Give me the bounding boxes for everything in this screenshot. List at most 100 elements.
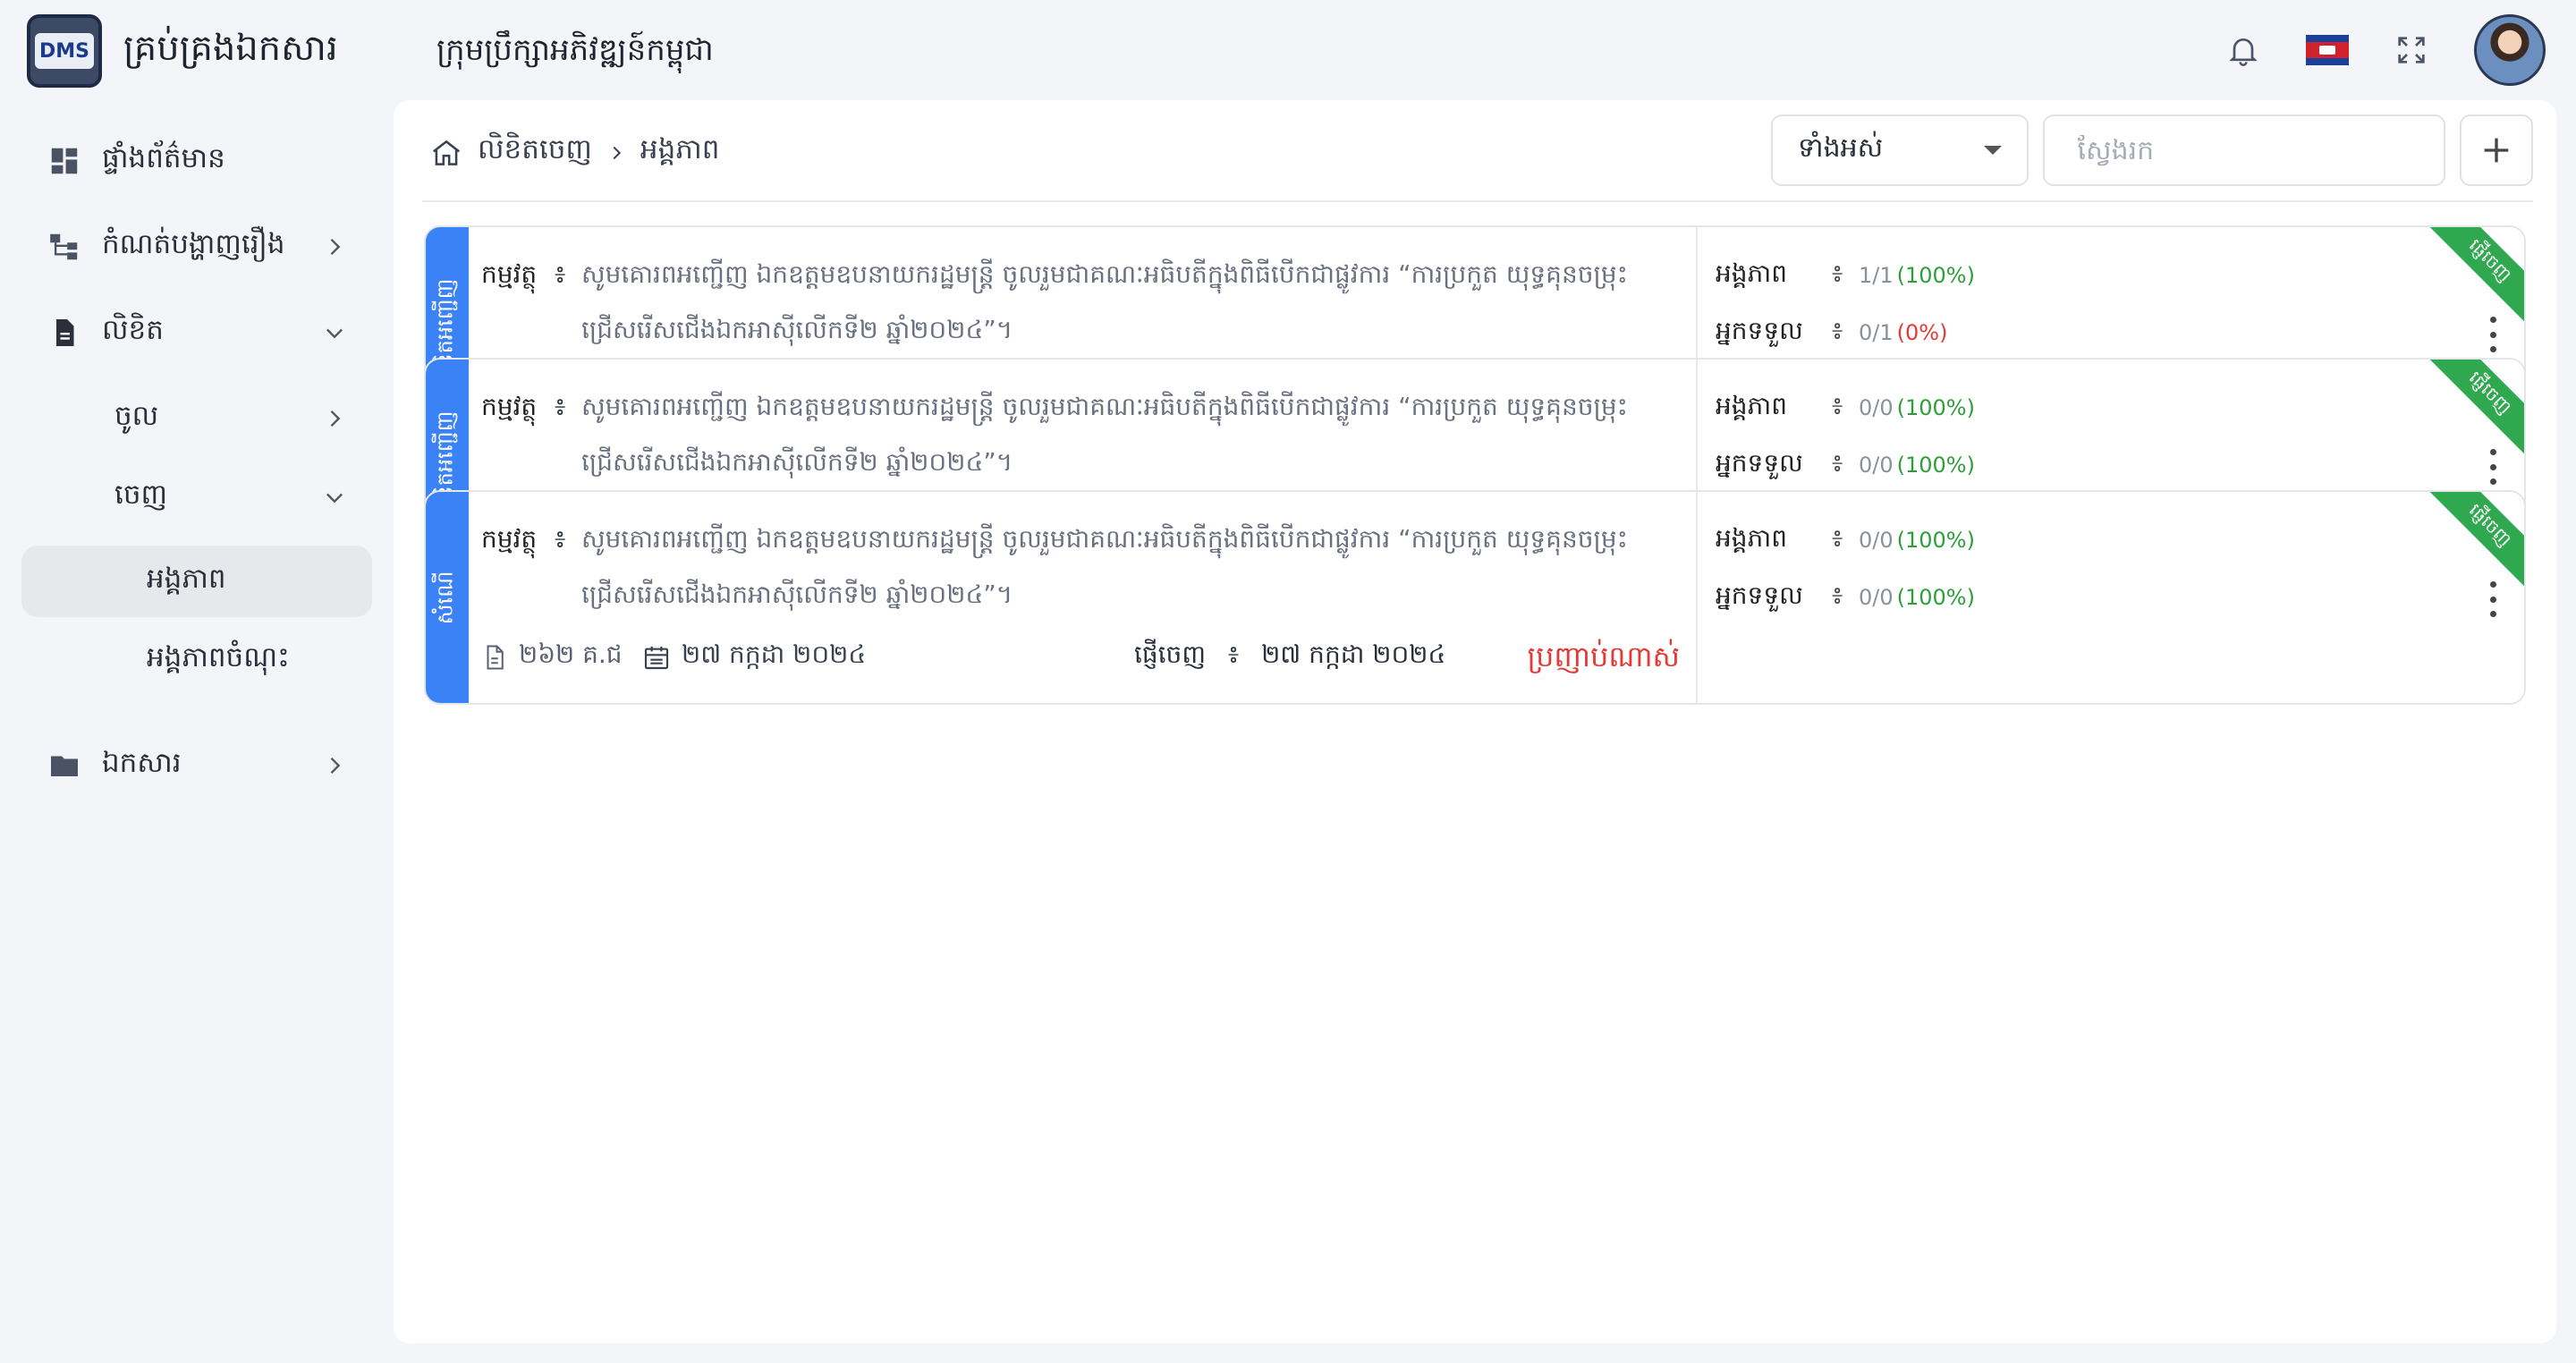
receiver-label: អ្នកទទួល: [1716, 447, 1803, 478]
document-icon: [45, 313, 84, 352]
letter-date-text: ២៧ កក្កដា ២០២៤: [682, 639, 867, 669]
sidebar-item-unit-direct[interactable]: អង្គភាពចំណុះ: [21, 626, 372, 694]
divider: [422, 200, 2533, 202]
unit-count: 1/1: [1859, 263, 1894, 288]
letter-subject: កម្មវត្ថុ ៖ សូមគោរពអញ្ជើញ ឯកឧត្តមឧបនាយករដ្…: [481, 247, 1680, 358]
dashboard-icon: [45, 141, 84, 181]
more-options-icon[interactable]: [2488, 449, 2497, 485]
search-icon: [2064, 149, 2065, 151]
unit-percent: (100%): [1896, 263, 1975, 288]
unit-label: អង្គភាព: [1716, 258, 1787, 288]
add-button[interactable]: [2460, 114, 2533, 186]
chevron-right-icon: [330, 239, 341, 255]
colon: ៖: [1227, 639, 1240, 669]
letter-date: ២៧ កក្កដា ២០២៤: [642, 639, 866, 675]
subject-text-line1: សូមគោរពអញ្ជើញ ឯកឧត្តមឧបនាយករដ្ឋមន្ត្រី ច…: [581, 259, 1628, 289]
bell-icon[interactable]: [2224, 30, 2263, 70]
receiver-label: អ្នកទទួល: [1716, 315, 1803, 345]
receiver-stat: អ្នកទទួល ៖ 0/1 (0%): [1716, 304, 1975, 361]
colon: ៖: [1832, 447, 1843, 478]
letter-subject: កម្មវត្ថុ ៖ សូមគោរពអញ្ជើញ ឯកឧត្តមឧបនាយករដ្…: [481, 512, 1680, 622]
breadcrumb-root[interactable]: លិខិតចេញ: [478, 132, 592, 173]
subject-text-line2: ជ្រើសរើសជើងឯកអាស៊ីលើកទី២ ឆ្នាំ២០២៤”។: [581, 447, 1013, 477]
colon: ៖: [1832, 315, 1843, 345]
colon: ៖: [1832, 258, 1843, 288]
subject-text-line2: ជ្រើសរើសជើងឯកអាស៊ីលើកទី២ ឆ្នាំ២០២៤”។: [581, 580, 1013, 609]
sidebar-item-unit[interactable]: អង្គភាព: [21, 546, 372, 617]
search-box: [2043, 114, 2445, 186]
receiver-percent: (0%): [1896, 320, 1948, 345]
sent-label: ផ្ញើចេញ: [1134, 639, 1206, 669]
unit-label: អង្គភាព: [1716, 390, 1787, 420]
language-flag-icon[interactable]: [2306, 35, 2349, 65]
top-bar: DMS គ្រប់គ្រងឯកសារ ក្រុមប្រឹក្សាអភិវឌ្ឍន…: [0, 0, 2576, 100]
subject-label: កម្មវត្ថុ: [481, 259, 538, 289]
sidebar-item-letters[interactable]: លិខិត: [21, 299, 372, 367]
receiver-count: 0/1: [1859, 320, 1894, 345]
receiver-label: អ្នកទទួល: [1716, 580, 1803, 610]
more-options-icon[interactable]: [2488, 581, 2497, 617]
colon: ៖: [555, 392, 566, 421]
divider: [1696, 492, 1698, 703]
top-actions: [2224, 11, 2546, 89]
unit-count: 0/0: [1859, 395, 1894, 420]
sidebar-item-config[interactable]: កំណត់បង្ហាញរឿង: [21, 213, 372, 281]
filter-icon[interactable]: [2423, 132, 2425, 168]
letter-type-tab: សំណើ: [426, 492, 469, 703]
colon: ៖: [1832, 522, 1843, 553]
doc-number: ២៦២ គ.ជ: [481, 639, 623, 675]
receiver-percent: (100%): [1896, 453, 1975, 478]
letter-type-label: សំណើ: [432, 571, 458, 624]
receiver-percent: (100%): [1896, 585, 1975, 610]
breadcrumb: លិខិតចេញ អង្គភាព: [429, 132, 719, 173]
app-title: គ្រប់គ្រងឯកសារ: [123, 28, 338, 69]
colon: ៖: [1832, 580, 1843, 610]
file-icon: [487, 645, 504, 669]
subject-text-line1: សូមគោរពអញ្ជើញ ឯកឧត្តមឧបនាយករដ្ឋមន្ត្រី ច…: [581, 524, 1628, 554]
fullscreen-icon[interactable]: [2392, 30, 2431, 70]
filter-select[interactable]: ទាំងអស់: [1771, 114, 2029, 186]
unit-count: 0/0: [1859, 528, 1894, 553]
urgent-badge: ប្រញាប់ណាស់: [1527, 639, 1680, 673]
sent-ribbon: ផ្ញើចេញ: [2422, 227, 2524, 328]
sent-ribbon: ផ្ញើចេញ: [2422, 360, 2524, 461]
breadcrumb-current: អង្គភាព: [640, 133, 720, 165]
user-avatar[interactable]: [2474, 14, 2546, 86]
app-logo[interactable]: DMS: [27, 14, 102, 88]
unit-percent: (100%): [1896, 395, 1975, 420]
sidebar-item-incoming[interactable]: ចូល: [21, 385, 372, 453]
caret-down-icon: [1984, 146, 2002, 155]
chevron-right-icon: [330, 758, 341, 774]
sidebar-label-letters: លិខិត: [102, 313, 164, 346]
colon: ៖: [555, 524, 566, 554]
sidebar-item-dashboard[interactable]: ផ្ទាំងព័ត៌មាន: [21, 127, 372, 195]
sidebar-label-unit: អង្គភាព: [147, 562, 226, 595]
receiver-count: 0/0: [1859, 453, 1894, 478]
unit-stat: អង្គភាព ៖ 0/0 (100%): [1716, 512, 1975, 569]
more-options-icon[interactable]: [2488, 317, 2497, 352]
chevron-down-icon: [326, 328, 343, 339]
sidebar-item-outgoing[interactable]: ចេញ: [21, 463, 372, 531]
org-title: ក្រុមប្រឹក្សាអភិវឌ្ឍន៍កម្ពុជា: [436, 32, 714, 68]
subject-text-line1: សូមគោរពអញ្ជើញ ឯកឧត្តមឧបនាយករដ្ឋមន្ត្រី ច…: [581, 392, 1628, 421]
sidebar-item-documents[interactable]: ឯកសារ: [21, 732, 372, 800]
colon: ៖: [1832, 390, 1843, 420]
letter-meta: ២៦២ គ.ជ ២៧ កក្កដា ២០២៤ ផ្ញើចេញ ៖ ២៧ កក្ក…: [481, 639, 1680, 678]
logo-text: DMS: [35, 33, 94, 69]
sidebar-label-config: កំណត់បង្ហាញរឿង: [102, 227, 285, 260]
letter-subject: កម្មវត្ថុ ៖ សូមគោរពអញ្ជើញ ឯកឧត្តមឧបនាយករដ្…: [481, 379, 1680, 490]
letter-stats: អង្គភាព ៖ 0/0 (100%) អ្នកទទួល ៖ 0/0 (100…: [1716, 512, 1975, 626]
toolbar: ទាំងអស់: [1771, 114, 2533, 186]
subject-label: កម្មវត្ថុ: [481, 524, 538, 554]
search-input[interactable]: [2077, 134, 2411, 166]
sidebar-label-incoming: ចូល: [114, 399, 159, 432]
receiver-stat: អ្នកទទួល ៖ 0/0 (100%): [1716, 569, 1975, 626]
sidebar-label-unit-direct: អង្គភាពចំណុះ: [147, 640, 290, 673]
subject-text-line2: ជ្រើសរើសជើងឯកអាស៊ីលើកទី២ ឆ្នាំ២០២៤”។: [581, 315, 1013, 344]
filter-select-value: ទាំងអស់: [1798, 132, 1884, 164]
unit-stat: អង្គភាព ៖ 0/0 (100%): [1716, 379, 1975, 436]
chevron-right-icon: [613, 146, 621, 159]
home-icon[interactable]: [429, 136, 463, 170]
sidebar-label-dashboard: ផ្ទាំងព័ត៌មាន: [102, 141, 225, 174]
letter-card[interactable]: សំណើ កម្មវត្ថុ៖សូមគោរពអញ្ជើញ ឯកឧត្តមឧបនា…: [424, 490, 2526, 705]
